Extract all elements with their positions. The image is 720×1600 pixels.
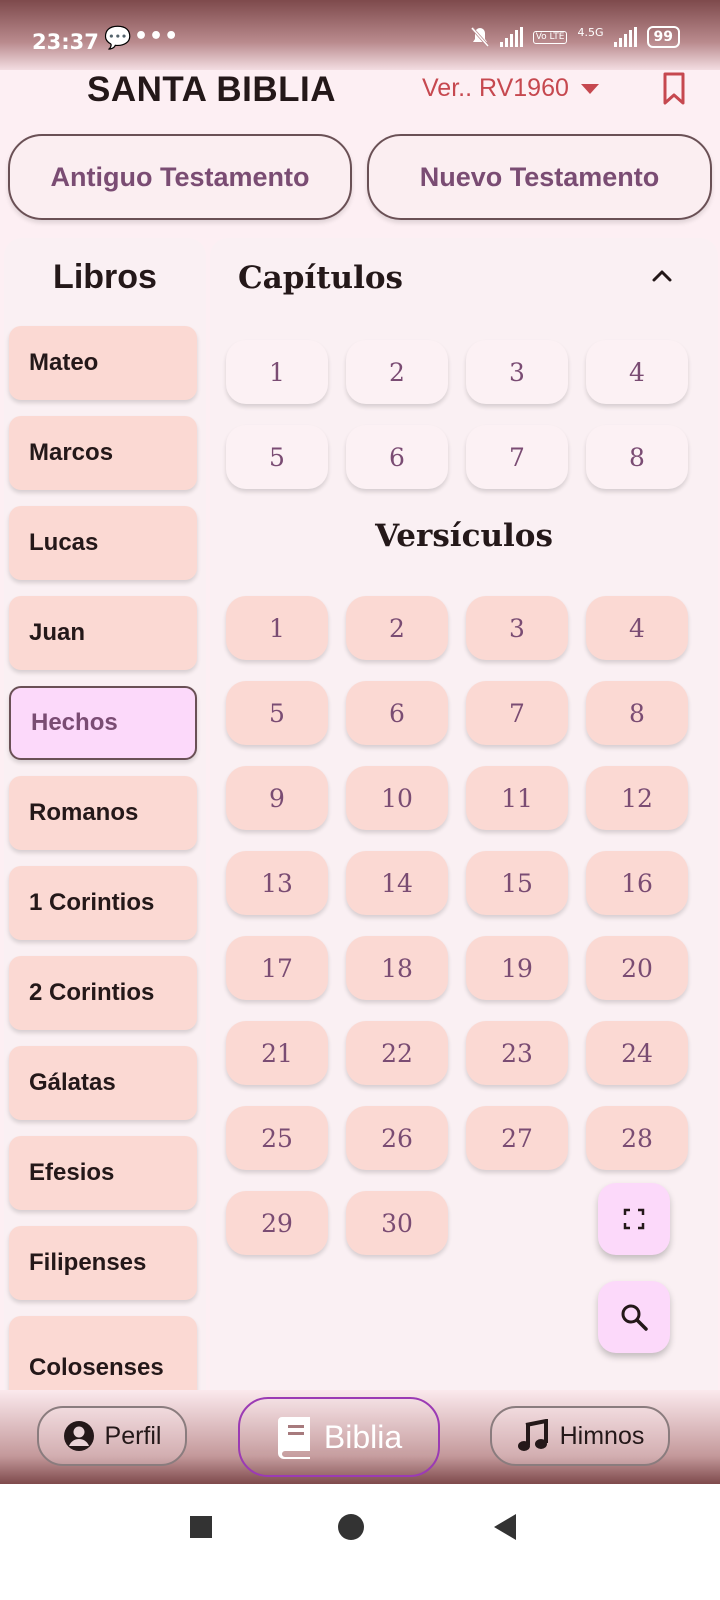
book-item-lucas[interactable]: Lucas — [9, 506, 197, 580]
books-panel: Libros Mateo Marcos Lucas Juan Hechos Ro… — [4, 238, 206, 1414]
version-label: Ver.. RV1960 — [422, 74, 569, 102]
verse-button[interactable]: 24 — [586, 1021, 688, 1085]
books-title: Libros — [53, 258, 157, 296]
chapter-button[interactable]: 3 — [466, 340, 568, 404]
verse-button[interactable]: 30 — [346, 1191, 448, 1255]
verse-button[interactable]: 19 — [466, 936, 568, 1000]
app-header: SANTA BIBLIA Ver.. RV1960 — [0, 60, 720, 120]
signal-icon-2 — [613, 27, 637, 47]
chapter-button[interactable]: 8 — [586, 425, 688, 489]
bookmark-icon[interactable] — [662, 72, 686, 106]
verse-button[interactable]: 26 — [346, 1106, 448, 1170]
verse-button[interactable]: 16 — [586, 851, 688, 915]
nav-perfil[interactable]: Perfil — [37, 1406, 187, 1466]
home-icon[interactable] — [338, 1514, 364, 1540]
verse-button[interactable]: 3 — [466, 596, 568, 660]
verse-button[interactable]: 18 — [346, 936, 448, 1000]
battery-icon: 99 — [646, 26, 680, 48]
book-item-filipenses[interactable]: Filipenses — [9, 1226, 197, 1300]
book-item-romanos[interactable]: Romanos — [9, 776, 197, 850]
version-dropdown[interactable]: Ver.. RV1960 — [422, 74, 599, 103]
system-nav-bar — [0, 1484, 720, 1600]
nav-himnos[interactable]: Himnos — [490, 1406, 670, 1466]
back-icon[interactable] — [494, 1514, 516, 1540]
verse-button[interactable]: 14 — [346, 851, 448, 915]
search-button[interactable] — [598, 1281, 670, 1353]
fullscreen-icon — [623, 1208, 645, 1230]
mute-icon — [470, 27, 489, 47]
verse-button[interactable]: 7 — [466, 681, 568, 745]
chapters-title: Capítulos — [238, 260, 403, 296]
verse-button[interactable]: 10 — [346, 766, 448, 830]
profile-icon — [63, 1421, 94, 1451]
nav-himnos-label: Himnos — [559, 1421, 645, 1450]
recent-apps-icon[interactable] — [190, 1516, 212, 1538]
verse-button[interactable]: 17 — [226, 936, 328, 1000]
chat-bubble-icon: 💬 — [104, 26, 132, 51]
verse-button[interactable]: 1 — [226, 596, 328, 660]
book-item-juan[interactable]: Juan — [9, 596, 197, 670]
chapter-button[interactable]: 6 — [346, 425, 448, 489]
chapters-grid: 1 2 3 4 5 6 7 8 — [226, 340, 688, 489]
new-testament-button[interactable]: Nuevo Testamento — [367, 134, 712, 220]
network-type: 4.5G — [577, 26, 604, 39]
nav-biblia-label: Biblia — [323, 1418, 403, 1455]
chevron-up-icon[interactable] — [650, 264, 674, 288]
music-note-icon — [517, 1419, 548, 1451]
book-icon — [277, 1417, 310, 1459]
chapter-button[interactable]: 1 — [226, 340, 328, 404]
verse-button[interactable]: 8 — [586, 681, 688, 745]
verse-button[interactable]: 21 — [226, 1021, 328, 1085]
nav-perfil-label: Perfil — [104, 1421, 162, 1450]
verse-button[interactable]: 2 — [346, 596, 448, 660]
nav-biblia[interactable]: Biblia — [238, 1397, 440, 1477]
search-icon — [621, 1304, 648, 1331]
book-item-hechos[interactable]: Hechos — [9, 686, 197, 760]
chevron-down-icon — [580, 83, 599, 94]
fullscreen-button[interactable] — [598, 1183, 670, 1255]
verse-button[interactable]: 4 — [586, 596, 688, 660]
book-item-efesios[interactable]: Efesios — [9, 1136, 197, 1210]
status-time: 23:37 — [32, 30, 99, 54]
verse-button[interactable]: 23 — [466, 1021, 568, 1085]
verse-button[interactable]: 20 — [586, 936, 688, 1000]
verse-button[interactable]: 22 — [346, 1021, 448, 1085]
chapter-button[interactable]: 7 — [466, 425, 568, 489]
verse-button[interactable]: 27 — [466, 1106, 568, 1170]
verse-button[interactable]: 15 — [466, 851, 568, 915]
chapter-button[interactable]: 2 — [346, 340, 448, 404]
verse-button[interactable]: 12 — [586, 766, 688, 830]
book-item-galatas[interactable]: Gálatas — [9, 1046, 197, 1120]
verse-button[interactable]: 9 — [226, 766, 328, 830]
verses-grid: 1 2 3 4 5 6 7 8 9 10 11 12 13 14 15 16 1… — [226, 596, 688, 1255]
book-item-1-corintios[interactable]: 1 Corintios — [9, 866, 197, 940]
verse-button[interactable]: 28 — [586, 1106, 688, 1170]
book-item-marcos[interactable]: Marcos — [9, 416, 197, 490]
signal-icon — [499, 27, 523, 47]
book-list: Mateo Marcos Lucas Juan Hechos Romanos 1… — [9, 326, 197, 1414]
app-title: SANTA BIBLIA — [87, 70, 337, 109]
bottom-nav: Perfil Biblia Himnos — [0, 1390, 720, 1484]
status-icons: Vo LTE 4.5G 99 — [470, 26, 680, 48]
old-testament-button[interactable]: Antiguo Testamento — [8, 134, 352, 220]
verse-button[interactable]: 25 — [226, 1106, 328, 1170]
chapter-button[interactable]: 4 — [586, 340, 688, 404]
more-notifications-icon: ••• — [134, 24, 180, 49]
book-item-2-corintios[interactable]: 2 Corintios — [9, 956, 197, 1030]
verse-button[interactable]: 6 — [346, 681, 448, 745]
verse-button[interactable]: 11 — [466, 766, 568, 830]
volte-icon: Vo LTE — [532, 30, 568, 44]
chapter-button[interactable]: 5 — [226, 425, 328, 489]
book-item-mateo[interactable]: Mateo — [9, 326, 197, 400]
verse-button[interactable]: 5 — [226, 681, 328, 745]
verse-button[interactable]: 29 — [226, 1191, 328, 1255]
verse-button[interactable]: 13 — [226, 851, 328, 915]
verses-title: Versículos — [375, 518, 553, 554]
